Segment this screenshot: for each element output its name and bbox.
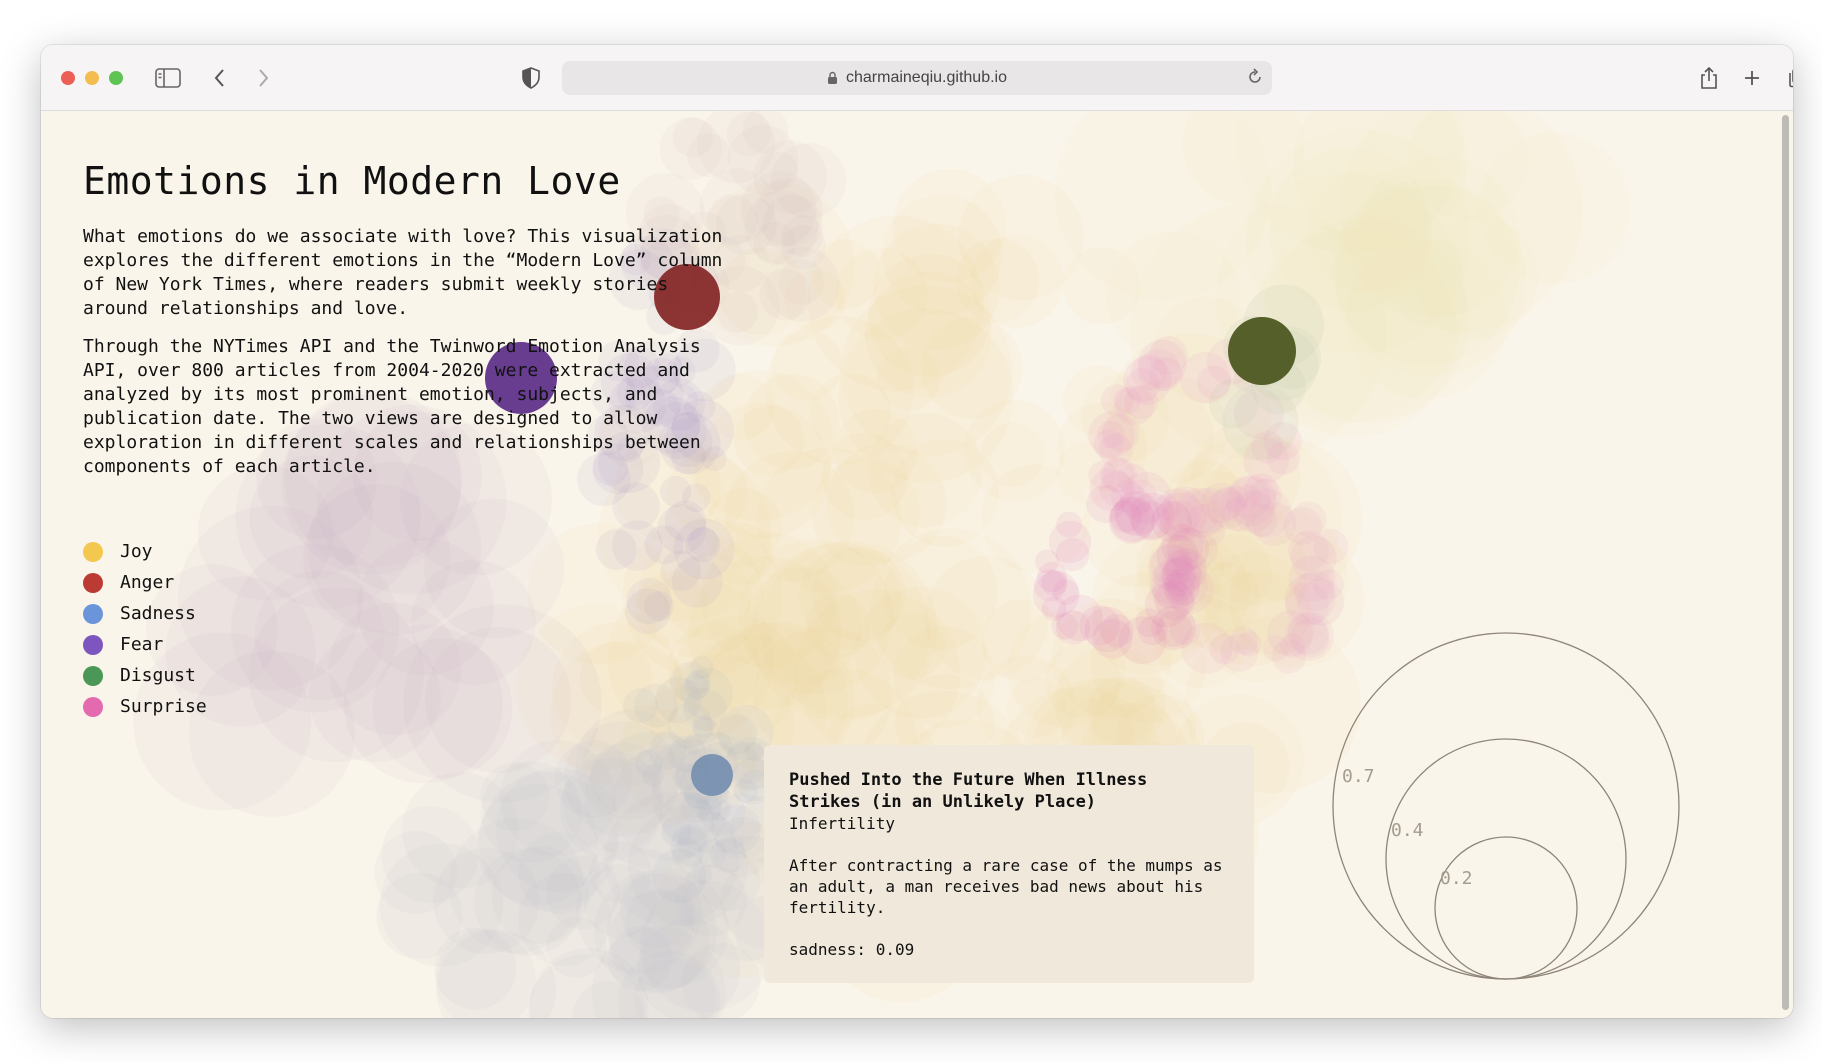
- size-legend-circle-large: [1332, 632, 1680, 980]
- sadness-bubble[interactable]: [692, 864, 713, 885]
- legend-label: Surprise: [120, 696, 207, 717]
- sadness-highlight-bubble[interactable]: [691, 754, 733, 796]
- legend-label: Anger: [120, 572, 175, 593]
- page-title: Emotions in Modern Love: [83, 159, 621, 203]
- legend-swatch: [83, 572, 103, 593]
- legend-swatch: [83, 665, 103, 686]
- zoom-window-button[interactable]: [109, 71, 123, 85]
- legend-item-anger: Anger: [83, 567, 207, 598]
- joy-bubble[interactable]: [1478, 132, 1631, 285]
- legend-swatch: [83, 696, 103, 717]
- back-icon[interactable]: [205, 63, 235, 93]
- surprise-bubble[interactable]: [1035, 549, 1059, 574]
- sadness-bubble[interactable]: [379, 843, 503, 967]
- fear-bubble[interactable]: [356, 538, 494, 676]
- surprise-bubble[interactable]: [1290, 535, 1337, 582]
- tooltip-summary: After contracting a rare case of the mum…: [789, 856, 1223, 917]
- size-legend-circle-small: [1434, 836, 1578, 980]
- legend-label: Joy: [120, 541, 153, 562]
- close-window-button[interactable]: [61, 71, 75, 85]
- size-legend-label: 0.7: [1342, 766, 1375, 787]
- size-legend: 0.7 0.4 0.2: [1332, 632, 1680, 980]
- privacy-shield-icon[interactable]: [516, 63, 546, 93]
- url-text: charmaineqiu.github.io: [846, 69, 1007, 86]
- disgust-highlight-bubble[interactable]: [1228, 317, 1296, 385]
- sadness-bubble[interactable]: [744, 741, 765, 762]
- sadness-bubble[interactable]: [648, 731, 687, 770]
- fear-bubble[interactable]: [644, 591, 674, 621]
- legend-label: Sadness: [120, 603, 196, 624]
- legend-swatch: [83, 603, 103, 624]
- sadness-bubble[interactable]: [655, 677, 702, 724]
- joy-bubble[interactable]: [883, 535, 998, 650]
- surprise-bubble[interactable]: [1114, 385, 1155, 426]
- legend-item-surprise: Surprise: [83, 691, 207, 722]
- sidebar-toggle-icon[interactable]: [153, 63, 183, 93]
- tooltip-subject: Infertility: [789, 814, 895, 833]
- intro-block: Emotions in Modern Love What emotions do…: [83, 159, 723, 493]
- surprise-bubble[interactable]: [1229, 626, 1259, 655]
- sadness-bubble[interactable]: [642, 764, 665, 787]
- legend-label: Fear: [120, 634, 164, 655]
- share-icon[interactable]: [1694, 63, 1724, 93]
- fear-bubble[interactable]: [595, 529, 637, 570]
- sadness-bubble[interactable]: [491, 846, 589, 944]
- fear-bubble[interactable]: [644, 525, 684, 565]
- surprise-bubble[interactable]: [1135, 608, 1164, 638]
- legend-item-disgust: Disgust: [83, 660, 207, 691]
- anger-bubble[interactable]: [726, 111, 772, 157]
- legend-swatch: [83, 541, 103, 562]
- surprise-bubble[interactable]: [1160, 555, 1202, 597]
- joy-bubble[interactable]: [955, 238, 1040, 323]
- sadness-bubble[interactable]: [710, 837, 746, 873]
- size-legend-label: 0.2: [1440, 868, 1473, 889]
- surprise-bubble[interactable]: [1148, 336, 1188, 376]
- legend-swatch: [83, 634, 103, 655]
- surprise-bubble[interactable]: [1056, 594, 1103, 642]
- surprise-bubble[interactable]: [1088, 460, 1117, 490]
- tab-overview-icon[interactable]: [1783, 63, 1793, 93]
- intro-paragraph: What emotions do we associate with love?…: [83, 226, 723, 319]
- minimize-window-button[interactable]: [85, 71, 99, 85]
- sadness-bubble[interactable]: [683, 733, 705, 755]
- page-content: Emotions in Modern Love What emotions do…: [41, 111, 1793, 1018]
- surprise-bubble[interactable]: [1232, 490, 1275, 533]
- disgust-bubble[interactable]: [1209, 378, 1259, 429]
- browser-window: charmaineqiu.github.io Emotions in Moder…: [41, 45, 1793, 1018]
- surprise-bubble[interactable]: [1055, 537, 1090, 572]
- joy-bubble[interactable]: [877, 347, 941, 411]
- legend-label: Disgust: [120, 665, 196, 686]
- tooltip-title: Pushed Into the Future When Illness Stri…: [789, 770, 1148, 812]
- legend-item-joy: Joy: [83, 536, 207, 567]
- forward-icon[interactable]: [248, 63, 278, 93]
- size-legend-circle-medium: [1385, 738, 1627, 980]
- emotion-legend: Joy Anger Sadness Fear Disgust Surprise: [83, 536, 207, 722]
- legend-item-fear: Fear: [83, 629, 207, 660]
- sadness-bubble[interactable]: [661, 816, 692, 847]
- method-paragraph: Through the NYTimes API and the Twinword…: [83, 336, 701, 477]
- lock-icon: [827, 71, 838, 85]
- address-bar[interactable]: charmaineqiu.github.io: [562, 61, 1272, 95]
- anger-bubble[interactable]: [753, 140, 827, 214]
- size-legend-label: 0.4: [1391, 820, 1424, 841]
- new-tab-icon[interactable]: [1737, 63, 1767, 93]
- surprise-bubble[interactable]: [1109, 496, 1156, 542]
- surprise-bubble[interactable]: [1056, 511, 1083, 538]
- scrollbar[interactable]: [1782, 115, 1789, 1010]
- reload-icon[interactable]: [1246, 68, 1264, 91]
- article-tooltip: Pushed Into the Future When Illness Stri…: [764, 745, 1254, 983]
- legend-item-sadness: Sadness: [83, 598, 207, 629]
- browser-toolbar: charmaineqiu.github.io: [41, 45, 1793, 111]
- tooltip-score: sadness: 0.09: [789, 940, 915, 959]
- surprise-bubble[interactable]: [1280, 633, 1306, 659]
- joy-bubble[interactable]: [891, 439, 999, 547]
